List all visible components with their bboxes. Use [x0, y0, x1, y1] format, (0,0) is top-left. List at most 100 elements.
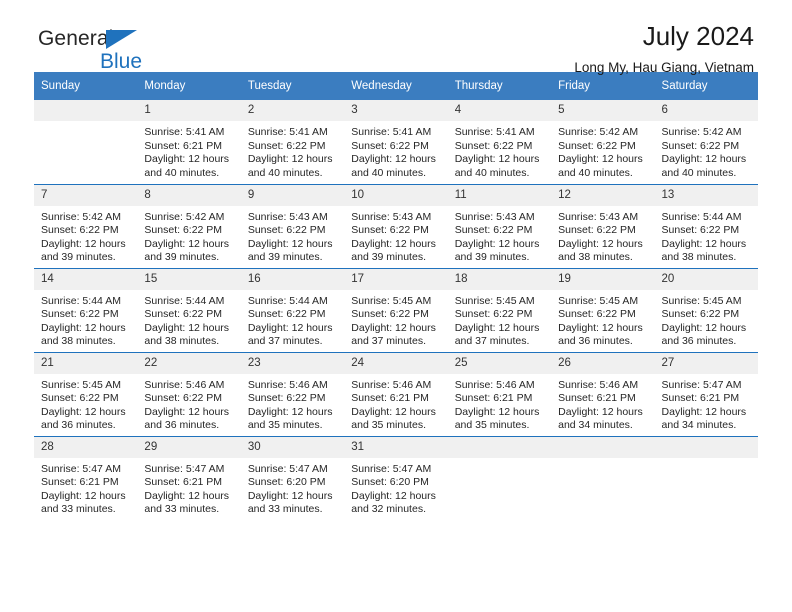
day-details: Sunrise: 5:45 AM Sunset: 6:22 PM Daylight:…: [551, 290, 654, 349]
day-details: Sunrise: 5:45 AM Sunset: 6:22 PM Daylight:…: [448, 290, 551, 349]
weekday-header-row: Sunday Monday Tuesday Wednesday Thursday…: [34, 72, 758, 100]
calendar-day-cell[interactable]: 26 Sunrise: 5:46 AM Sunset: 6:21 PM Dayligh…: [551, 352, 655, 436]
day-details: Sunrise: 5:43 AM Sunset: 6:22 PM Daylight:…: [551, 206, 654, 265]
calendar-day-cell[interactable]: 14 Sunrise: 5:44 AM Sunset: 6:22 PM Dayligh…: [34, 268, 138, 352]
day-details: Sunrise: 5:41 AM Sunset: 6:22 PM Daylight:…: [448, 121, 551, 180]
calendar-day-cell[interactable]: 11 Sunrise: 5:43 AM Sunset: 6:22 PM Dayligh…: [447, 184, 552, 268]
triangle-flag-icon: [106, 30, 137, 49]
day-number: 6: [654, 100, 758, 121]
calendar-day-cell[interactable]: 20 Sunrise: 5:45 AM Sunset: 6:22 PM Dayligh…: [654, 268, 758, 352]
calendar-day-cell-empty: [654, 436, 758, 520]
day-detail-line: and 36 minutes.: [558, 335, 633, 348]
day-details: Sunrise: 5:46 AM Sunset: 6:21 PM Daylight:…: [344, 374, 447, 433]
day-detail-line: Sunrise: 5:41 AM: [144, 126, 225, 138]
day-details: [655, 458, 758, 463]
calendar-day-cell[interactable]: 21 Sunrise: 5:45 AM Sunset: 6:22 PM Dayligh…: [34, 352, 138, 436]
day-detail-line: Daylight: 12 hours: [144, 237, 230, 250]
calendar-day-cell[interactable]: 6 Sunrise: 5:42 AM Sunset: 6:22 PM Daylight…: [654, 100, 758, 184]
logo-top-row: General: [38, 28, 142, 50]
day-detail-line: Sunrise: 5:43 AM: [454, 210, 535, 223]
calendar-day-cell[interactable]: 2 Sunrise: 5:41 AM Sunset: 6:22 PM Daylight…: [240, 100, 345, 184]
day-number: 29: [137, 436, 241, 458]
calendar-day-cell[interactable]: 9 Sunrise: 5:43 AM Sunset: 6:22 PM Daylight…: [240, 184, 345, 268]
calendar-day-cell[interactable]: 7 Sunrise: 5:42 AM Sunset: 6:22 PM Daylight…: [34, 184, 138, 268]
calendar-day-cell[interactable]: 1 Sunrise: 5:41 AM Sunset: 6:21 PM Daylight…: [137, 100, 241, 184]
calendar-day-cell[interactable]: 19 Sunrise: 5:45 AM Sunset: 6:22 PM Dayligh…: [551, 268, 655, 352]
day-details: Sunrise: 5:44 AM Sunset: 6:22 PM Daylight:…: [137, 290, 240, 349]
day-number: 1: [137, 100, 241, 121]
calendar-day-cell[interactable]: 22 Sunrise: 5:46 AM Sunset: 6:22 PM Dayligh…: [137, 352, 241, 436]
calendar-day-cell[interactable]: 23 Sunrise: 5:46 AM Sunset: 6:22 PM Dayligh…: [240, 352, 345, 436]
day-detail-line: Daylight: 12 hours: [247, 321, 333, 334]
calendar-day-cell[interactable]: 4 Sunrise: 5:41 AM Sunset: 6:22 PM Daylight…: [447, 100, 552, 184]
day-detail-line: and 39 minutes.: [144, 251, 220, 264]
day-detail-line: and 33 minutes.: [144, 503, 220, 516]
day-detail-line: Daylight: 12 hours: [41, 321, 126, 334]
day-details: Sunrise: 5:44 AM Sunset: 6:22 PM Daylight:…: [655, 206, 758, 265]
day-detail-line: Daylight: 12 hours: [351, 489, 436, 502]
weekday-header-sunday: Sunday: [34, 72, 138, 100]
day-details: Sunrise: 5:44 AM Sunset: 6:22 PM Daylight:…: [34, 290, 137, 349]
day-detail-line: Daylight: 12 hours: [351, 153, 436, 166]
day-detail-line: Sunset: 6:22 PM: [41, 392, 119, 405]
calendar-day-cell[interactable]: 8 Sunrise: 5:42 AM Sunset: 6:22 PM Daylight…: [137, 184, 241, 268]
day-number: [447, 436, 552, 458]
day-detail-line: Daylight: 12 hours: [558, 153, 643, 166]
day-details: Sunrise: 5:43 AM Sunset: 6:22 PM Daylight:…: [344, 206, 447, 265]
day-details: [34, 121, 137, 126]
day-detail-line: Sunrise: 5:42 AM: [41, 210, 121, 223]
day-number: 8: [137, 184, 241, 206]
calendar-header-row: Sunday Monday Tuesday Wednesday Thursday…: [34, 72, 758, 100]
calendar-day-cell[interactable]: 28 Sunrise: 5:47 AM Sunset: 6:21 PM Dayligh…: [34, 436, 138, 520]
day-detail-line: Sunrise: 5:47 AM: [41, 462, 121, 475]
calendar-day-cell[interactable]: 13 Sunrise: 5:44 AM Sunset: 6:22 PM Dayligh…: [654, 184, 758, 268]
calendar-day-cell[interactable]: 27 Sunrise: 5:47 AM Sunset: 6:21 PM Dayligh…: [654, 352, 758, 436]
day-detail-line: Sunset: 6:21 PM: [41, 476, 119, 489]
calendar-day-cell[interactable]: 5 Sunrise: 5:42 AM Sunset: 6:22 PM Daylight…: [551, 100, 655, 184]
day-detail-line: Sunset: 6:22 PM: [454, 308, 533, 321]
calendar-day-cell[interactable]: 15 Sunrise: 5:44 AM Sunset: 6:22 PM Dayligh…: [137, 268, 241, 352]
calendar-day-cell-empty: [34, 100, 138, 184]
day-detail-line: Daylight: 12 hours: [454, 237, 540, 250]
day-detail-line: Daylight: 12 hours: [41, 237, 126, 250]
day-detail-line: Sunset: 6:22 PM: [661, 308, 740, 321]
day-number: 20: [654, 268, 758, 290]
day-detail-line: Sunrise: 5:45 AM: [41, 378, 121, 391]
day-detail-line: and 35 minutes.: [247, 419, 323, 432]
calendar-day-cell[interactable]: 17 Sunrise: 5:45 AM Sunset: 6:22 PM Dayligh…: [344, 268, 448, 352]
day-detail-line: Daylight: 12 hours: [247, 405, 333, 418]
day-number: 17: [344, 268, 448, 290]
day-detail-line: Daylight: 12 hours: [558, 405, 643, 418]
day-number: 10: [344, 184, 448, 206]
day-detail-line: and 38 minutes.: [144, 335, 220, 348]
calendar-day-cell[interactable]: 29 Sunrise: 5:47 AM Sunset: 6:21 PM Dayligh…: [137, 436, 241, 520]
day-detail-line: Sunset: 6:22 PM: [558, 224, 636, 237]
day-detail-line: Daylight: 12 hours: [41, 405, 126, 418]
day-number: 26: [551, 352, 655, 374]
day-detail-line: Sunset: 6:22 PM: [247, 308, 326, 321]
day-detail-line: Sunrise: 5:47 AM: [661, 378, 742, 391]
calendar-day-cell[interactable]: 3 Sunrise: 5:41 AM Sunset: 6:22 PM Daylight…: [344, 100, 448, 184]
day-detail-line: Daylight: 12 hours: [144, 405, 230, 418]
day-details: Sunrise: 5:45 AM Sunset: 6:22 PM Daylight:…: [655, 290, 758, 349]
masthead: General Blue July 2024 Long My, Hau Gian…: [34, 0, 758, 75]
day-detail-line: Daylight: 12 hours: [454, 405, 540, 418]
day-details: Sunrise: 5:45 AM Sunset: 6:22 PM Daylight:…: [34, 374, 137, 433]
calendar-day-cell[interactable]: 24 Sunrise: 5:46 AM Sunset: 6:21 PM Dayligh…: [344, 352, 448, 436]
day-detail-line: Sunrise: 5:42 AM: [144, 210, 225, 223]
day-details: [551, 458, 654, 463]
calendar-day-cell[interactable]: 16 Sunrise: 5:44 AM Sunset: 6:22 PM Dayligh…: [240, 268, 345, 352]
calendar-day-cell[interactable]: 30 Sunrise: 5:47 AM Sunset: 6:20 PM Dayligh…: [240, 436, 345, 520]
general-blue-logo[interactable]: General Blue: [38, 28, 142, 72]
day-detail-line: Sunset: 6:22 PM: [558, 308, 636, 321]
calendar-day-cell[interactable]: 31 Sunrise: 5:47 AM Sunset: 6:20 PM Dayligh…: [344, 436, 448, 520]
day-number: 15: [137, 268, 241, 290]
calendar-day-cell[interactable]: 18 Sunrise: 5:45 AM Sunset: 6:22 PM Dayligh…: [447, 268, 552, 352]
day-number: 19: [551, 268, 655, 290]
day-number: [34, 100, 138, 121]
calendar-day-cell[interactable]: 10 Sunrise: 5:43 AM Sunset: 6:22 PM Dayligh…: [344, 184, 448, 268]
day-detail-line: Sunset: 6:21 PM: [558, 392, 636, 405]
calendar-day-cell[interactable]: 25 Sunrise: 5:46 AM Sunset: 6:21 PM Dayligh…: [447, 352, 552, 436]
day-detail-line: Daylight: 12 hours: [41, 489, 126, 502]
calendar-day-cell[interactable]: 12 Sunrise: 5:43 AM Sunset: 6:22 PM Dayligh…: [551, 184, 655, 268]
